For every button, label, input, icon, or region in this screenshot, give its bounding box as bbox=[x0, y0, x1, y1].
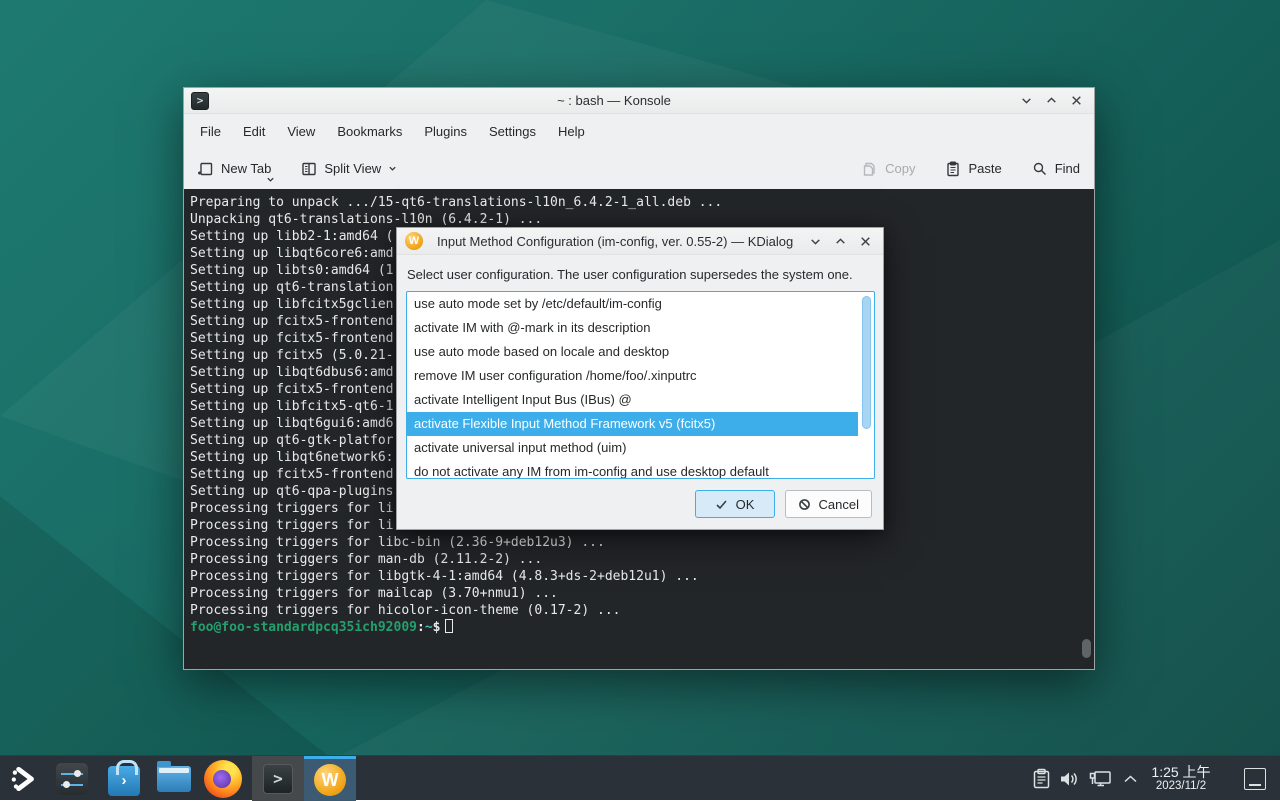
dialog-message: Select user configuration. The user conf… bbox=[407, 267, 853, 282]
kdialog-task-button-active[interactable]: W bbox=[304, 756, 356, 801]
minimize-button[interactable] bbox=[1019, 94, 1033, 108]
kdialog-titlebar[interactable]: W Input Method Configuration (im-config,… bbox=[397, 228, 883, 255]
prompt-path: ~ bbox=[425, 620, 433, 635]
split-view-icon bbox=[301, 161, 317, 177]
konsole-task-button[interactable]: > bbox=[252, 756, 304, 801]
check-icon bbox=[715, 498, 728, 511]
list-option[interactable]: activate IM with @-mark in its descripti… bbox=[407, 316, 858, 340]
konsole-toolbar: New Tab Split View Copy bbox=[184, 148, 1094, 189]
menu-item[interactable]: Edit bbox=[232, 119, 276, 144]
konsole-app-icon: > bbox=[191, 92, 209, 110]
dialog-maximize-button[interactable] bbox=[833, 234, 847, 248]
list-option[interactable]: remove IM user configuration /home/foo/.… bbox=[407, 364, 858, 388]
show-desktop-button[interactable] bbox=[1240, 756, 1270, 801]
kdialog-window-title: Input Method Configuration (im-config, v… bbox=[437, 234, 793, 249]
terminal-cursor bbox=[445, 619, 453, 633]
menu-item[interactable]: Settings bbox=[478, 119, 547, 144]
new-tab-dropdown-icon bbox=[266, 175, 275, 184]
discover-launcher[interactable]: › bbox=[105, 756, 143, 801]
paste-icon bbox=[945, 161, 961, 177]
menu-item[interactable]: Bookmarks bbox=[326, 119, 413, 144]
terminal-line: Processing triggers for man-db (2.11.2-2… bbox=[190, 551, 1094, 568]
folder-icon bbox=[157, 766, 191, 792]
cancel-button[interactable]: Cancel bbox=[785, 490, 872, 518]
find-button[interactable]: Find bbox=[1032, 161, 1080, 177]
terminal-line: Processing triggers for libc-bin (2.36-9… bbox=[190, 534, 1094, 551]
split-view-dropdown-icon bbox=[388, 164, 397, 173]
clipboard-tray-button[interactable] bbox=[1028, 756, 1054, 801]
kdialog-window: W Input Method Configuration (im-config,… bbox=[396, 227, 884, 530]
speaker-icon bbox=[1058, 769, 1080, 789]
terminal-line: Processing triggers for mailcap (3.70+nm… bbox=[190, 585, 1094, 602]
system-settings-launcher[interactable] bbox=[54, 756, 90, 801]
split-view-button[interactable]: Split View bbox=[301, 161, 397, 177]
copy-icon bbox=[862, 161, 878, 177]
shell-prompt: foo@foo-standardpcq35ich92009:~$ bbox=[190, 619, 1094, 636]
terminal-line: Processing triggers for libgtk-4-1:amd64… bbox=[190, 568, 1094, 585]
copy-button[interactable]: Copy bbox=[862, 161, 915, 177]
prompt-user-host: foo@foo-standardpcq35ich92009 bbox=[190, 620, 417, 635]
ok-button[interactable]: OK bbox=[695, 490, 775, 518]
show-desktop-icon bbox=[1244, 768, 1266, 790]
list-option[interactable]: activate universal input method (uim) bbox=[407, 436, 858, 460]
maximize-button[interactable] bbox=[1044, 94, 1058, 108]
terminal-line: Preparing to unpack .../15-qt6-translati… bbox=[190, 194, 1094, 211]
close-button[interactable] bbox=[1069, 94, 1083, 108]
configuration-listbox: use auto mode set by /etc/default/im-con… bbox=[406, 291, 875, 479]
clock-date: 2023/11/2 bbox=[1156, 780, 1206, 793]
konsole-window-title: ~ : bash — Konsole bbox=[224, 93, 1004, 108]
list-option[interactable]: activate Flexible Input Method Framework… bbox=[407, 412, 858, 436]
application-launcher-button[interactable] bbox=[6, 756, 42, 801]
menu-item[interactable]: File bbox=[189, 119, 232, 144]
list-option[interactable]: activate Intelligent Input Bus (IBus) @ bbox=[407, 388, 858, 412]
wired-network-icon bbox=[1088, 768, 1113, 790]
file-manager-launcher[interactable] bbox=[155, 756, 193, 801]
taskbar: › > W bbox=[0, 755, 1280, 800]
firefox-icon bbox=[204, 760, 242, 798]
sliders-icon bbox=[56, 763, 88, 795]
list-option[interactable]: use auto mode set by /etc/default/im-con… bbox=[407, 292, 858, 316]
konsole-titlebar[interactable]: > ~ : bash — Konsole bbox=[184, 88, 1094, 114]
menu-item[interactable]: Help bbox=[547, 119, 596, 144]
firefox-launcher[interactable] bbox=[200, 756, 246, 801]
network-tray-button[interactable] bbox=[1087, 756, 1113, 801]
volume-tray-button[interactable] bbox=[1056, 756, 1082, 801]
clipboard-icon bbox=[1032, 768, 1051, 789]
chevron-up-icon bbox=[1123, 774, 1138, 784]
kdialog-task-icon: W bbox=[314, 764, 346, 796]
discover-bag-icon: › bbox=[108, 766, 140, 796]
konsole-task-icon: > bbox=[263, 764, 293, 794]
menu-item[interactable]: View bbox=[276, 119, 326, 144]
listbox-scrollbar[interactable] bbox=[862, 296, 871, 429]
digital-clock[interactable]: 1:25 上午 2023/11/2 bbox=[1140, 756, 1222, 801]
terminal-scrollbar[interactable] bbox=[1082, 639, 1091, 658]
list-option[interactable]: use auto mode based on locale and deskto… bbox=[407, 340, 858, 364]
menu-item[interactable]: Plugins bbox=[413, 119, 478, 144]
dialog-close-button[interactable] bbox=[858, 234, 872, 248]
clock-time: 1:25 上午 bbox=[1151, 764, 1210, 780]
kdialog-app-icon: W bbox=[405, 232, 423, 250]
new-tab-button[interactable]: New Tab bbox=[198, 161, 271, 177]
terminal-line: Processing triggers for hicolor-icon-the… bbox=[190, 602, 1094, 619]
kde-launcher-icon bbox=[9, 764, 39, 794]
terminal-line: Unpacking qt6-translations-l10n (6.4.2-1… bbox=[190, 211, 1094, 228]
find-icon bbox=[1032, 161, 1048, 177]
list-option[interactable]: do not activate any IM from im-config an… bbox=[407, 460, 858, 479]
cancel-icon bbox=[798, 498, 811, 511]
dialog-minimize-button[interactable] bbox=[808, 234, 822, 248]
new-tab-icon bbox=[198, 161, 214, 177]
konsole-menubar: FileEditViewBookmarksPluginsSettingsHelp bbox=[184, 114, 1094, 148]
paste-button[interactable]: Paste bbox=[945, 161, 1001, 177]
